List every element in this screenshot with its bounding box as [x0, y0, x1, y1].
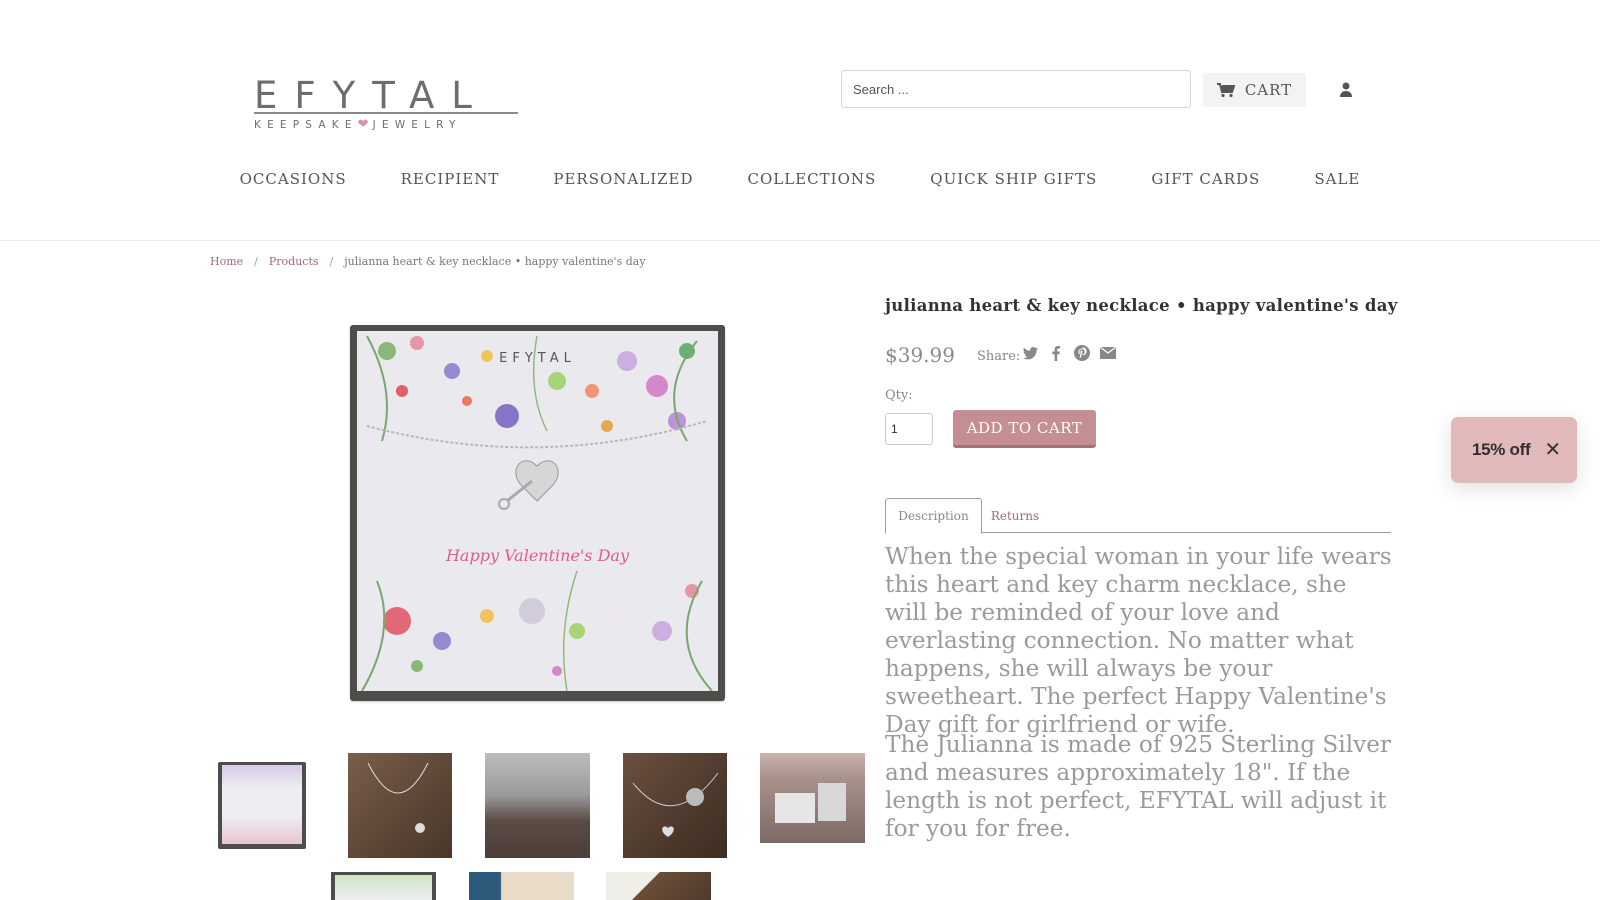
product-thumbnail[interactable]	[331, 872, 436, 900]
product-thumbnail[interactable]	[760, 753, 865, 843]
thumbnail-image	[348, 753, 452, 858]
close-icon[interactable]: ✕	[1544, 440, 1561, 460]
product-tabs: Description Returns	[885, 498, 1391, 534]
product-thumbnail[interactable]	[469, 872, 574, 900]
share-icons	[1022, 345, 1116, 361]
cart-label: CART	[1244, 81, 1293, 99]
account-icon[interactable]	[1338, 81, 1354, 98]
product-thumbnail[interactable]	[606, 872, 711, 900]
logo-tagline-left: KEEPSAKE	[254, 118, 358, 131]
twitter-icon[interactable]	[1022, 345, 1038, 361]
thumbnail-image	[760, 753, 865, 843]
pinterest-icon[interactable]	[1074, 345, 1090, 361]
thumbnail-image	[469, 872, 574, 900]
nav-item-recipient[interactable]: RECIPIENT	[374, 170, 527, 188]
product-thumbnail[interactable]	[485, 753, 590, 858]
cart-icon	[1216, 83, 1235, 98]
quantity-input[interactable]	[885, 413, 933, 445]
description-paragraph-2: The Julianna is made of 925 Sterling Sil…	[885, 731, 1392, 842]
search-input[interactable]	[841, 70, 1191, 108]
nav-item-sale[interactable]: SALE	[1287, 170, 1387, 188]
product-title: julianna heart & key necklace • happy va…	[885, 296, 1398, 315]
main-product-image[interactable]: EFYTAL Happy Valentine's Day	[350, 325, 725, 701]
main-nav: OCCASIONS RECIPIENT PERSONALIZED COLLECT…	[0, 170, 1600, 188]
thumbnail-image	[623, 753, 727, 858]
discount-label: 15% off	[1472, 440, 1531, 459]
add-to-cart-button[interactable]: ADD TO CART	[953, 410, 1096, 448]
logo-wordmark: EFYTAL	[254, 74, 489, 117]
product-thumbnail[interactable]	[218, 762, 306, 849]
logo-tagline-right: JEWELRY	[372, 118, 462, 131]
breadcrumb: Home / Products / julianna heart & key n…	[210, 255, 646, 268]
tab-description[interactable]: Description	[885, 498, 982, 534]
logo[interactable]: EFYTAL KEEPSAKE ❤ JEWELRY	[254, 74, 520, 132]
header-divider	[0, 240, 1600, 241]
breadcrumb-current: julianna heart & key necklace • happy va…	[344, 255, 646, 268]
email-icon[interactable]	[1100, 345, 1116, 361]
thumbnail-image	[335, 875, 432, 900]
product-thumbnail[interactable]	[623, 753, 727, 858]
card-brand: EFYTAL	[499, 351, 576, 366]
logo-tagline: KEEPSAKE ❤ JEWELRY	[254, 117, 520, 132]
thumbnail-image	[222, 765, 302, 844]
breadcrumb-home[interactable]: Home	[210, 255, 243, 268]
facebook-icon[interactable]	[1048, 345, 1064, 361]
nav-item-occasions[interactable]: OCCASIONS	[213, 170, 374, 188]
quantity-label: Qty:	[885, 388, 913, 403]
heart-icon: ❤	[357, 117, 369, 132]
product-price: $39.99	[885, 343, 955, 367]
product-thumbnail[interactable]	[348, 753, 452, 858]
nav-item-quick-ship-gifts[interactable]: QUICK SHIP GIFTS	[903, 170, 1124, 188]
nav-item-collections[interactable]: COLLECTIONS	[721, 170, 904, 188]
description-paragraph-1: When the special woman in your life wear…	[885, 543, 1392, 738]
share-label: Share:	[977, 349, 1021, 364]
cart-button[interactable]: CART	[1203, 73, 1306, 107]
breadcrumb-products[interactable]: Products	[269, 255, 319, 268]
product-card-image: EFYTAL Happy Valentine's Day	[357, 331, 718, 691]
card-greeting: Happy Valentine's Day	[445, 546, 630, 565]
logo-rule	[254, 112, 518, 114]
thumbnail-image	[485, 753, 590, 858]
tab-returns[interactable]: Returns	[989, 498, 1041, 533]
discount-widget[interactable]: 15% off ✕	[1451, 417, 1577, 483]
breadcrumb-separator: /	[329, 255, 334, 268]
nav-item-personalized[interactable]: PERSONALIZED	[526, 170, 720, 188]
breadcrumb-separator: /	[254, 255, 258, 268]
nav-item-gift-cards[interactable]: GIFT CARDS	[1124, 170, 1287, 188]
thumbnail-image	[606, 872, 711, 900]
